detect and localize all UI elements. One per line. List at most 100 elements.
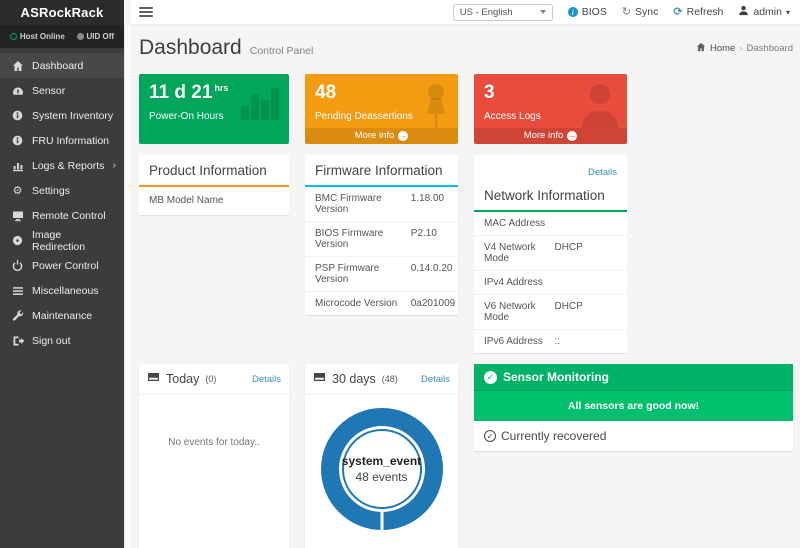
refresh-icon: ⟳	[673, 7, 682, 18]
sidebar-item-fru-information[interactable]: FRU Information	[0, 128, 124, 153]
host-status-label: Host Online	[20, 32, 65, 41]
today-events-panel: Today (0) Details No events for today..	[139, 364, 289, 548]
sidebar-item-label: Logs & Reports	[32, 160, 104, 172]
sidebar-item-image-redirection[interactable]: Image Redirection	[0, 228, 124, 253]
row-value: DHCP	[554, 301, 582, 323]
arrow-circle-icon: →	[567, 131, 577, 141]
sign-out-icon	[11, 335, 24, 347]
table-row: V4 Network Mode DHCP	[474, 236, 627, 271]
card-title: Firmware Information	[305, 155, 458, 187]
uid-status-label: UID Off	[87, 32, 115, 41]
sync-link[interactable]: ↻ Sync	[622, 6, 659, 18]
row-label: BMC Firmware Version	[315, 193, 411, 215]
access-logs-value: 3	[484, 83, 617, 102]
info-circle-icon	[11, 110, 24, 121]
row-value: P2.10	[411, 228, 437, 250]
power-on-hours-card[interactable]: 11 d 21hrs Power-On Hours	[139, 74, 289, 144]
sensor-recovered-row[interactable]: ✓ Currently recovered	[474, 421, 793, 451]
product-information-card: Product Information MB Model Name	[139, 155, 289, 215]
bios-link[interactable]: i BIOS	[568, 6, 607, 18]
uid-led-icon	[77, 33, 84, 40]
row-label: Microcode Version	[315, 298, 411, 309]
sidebar-item-label: Power Control	[32, 260, 99, 272]
sidebar-item-sensor[interactable]: Sensor	[0, 78, 124, 103]
pending-deassertions-card[interactable]: 48 Pending Deassertions More info →	[305, 74, 458, 144]
row-label: V6 Network Mode	[484, 301, 554, 323]
sidebar-item-label: Sensor	[32, 85, 65, 97]
list-icon	[11, 285, 24, 297]
sidebar-item-logs-reports[interactable]: Logs & Reports ›	[0, 153, 124, 178]
sidebar-item-settings[interactable]: ⚙ Settings	[0, 178, 124, 203]
sidebar-item-remote-control[interactable]: Remote Control	[0, 203, 124, 228]
table-row: IPv4 Address	[474, 271, 627, 295]
user-icon	[738, 5, 749, 19]
sidebar-item-maintenance[interactable]: Maintenance	[0, 303, 124, 328]
arrow-circle-icon: →	[398, 131, 408, 141]
refresh-link-label: Refresh	[687, 6, 724, 18]
row-label: MAC Address	[484, 218, 554, 229]
bmc-dashboard-app: ASRockRack Host Online UID Off Dashboard…	[0, 0, 800, 548]
event-count: (0)	[205, 374, 216, 384]
inbox-icon	[147, 370, 160, 388]
main-area: US - English i BIOS ↻ Sync ⟳ Refresh	[131, 0, 800, 548]
monitor-icon	[11, 210, 24, 222]
sidebar-item-label: Sign out	[32, 335, 71, 347]
sync-link-label: Sync	[635, 6, 658, 18]
uid-status[interactable]: UID Off	[77, 32, 115, 41]
table-row: MAC Address	[474, 212, 627, 236]
check-circle-outline-icon: ✓	[484, 430, 496, 442]
panel-header: Today (0) Details	[139, 364, 289, 395]
caret-down-icon: ▾	[786, 8, 790, 17]
sensor-monitoring-panel: ✓ Sensor Monitoring All sensors are good…	[474, 364, 793, 451]
today-details-link[interactable]: Details	[252, 374, 281, 385]
sidebar-item-power-control[interactable]: Power Control	[0, 253, 124, 278]
30-days-events-panel: 30 days (48) Details system_event 48 eve…	[305, 364, 458, 548]
home-icon	[11, 60, 24, 72]
breadcrumb-home-link[interactable]: Home	[710, 43, 735, 54]
more-info-label: More info	[524, 130, 564, 141]
info-icon: i	[568, 7, 578, 17]
table-row: IPv6 Address ::	[474, 330, 627, 353]
sidebar-item-sign-out[interactable]: Sign out	[0, 328, 124, 353]
power-on-hours-label: Power-On Hours	[149, 111, 279, 122]
sidebar-item-miscellaneous[interactable]: Miscellaneous	[0, 278, 124, 303]
sidebar-item-dashboard[interactable]: Dashboard	[0, 53, 124, 78]
sidebar-status-bar: Host Online UID Off	[0, 25, 124, 48]
sidebar-item-label: Remote Control	[32, 210, 106, 222]
event-donut-chart[interactable]: system_event 48 events	[305, 395, 458, 530]
access-logs-label: Access Logs	[484, 111, 617, 122]
30-days-details-link[interactable]: Details	[421, 374, 450, 385]
user-menu[interactable]: admin ▾	[738, 5, 790, 19]
sidebar-item-label: Image Redirection	[32, 229, 116, 253]
language-select-value: US - English	[460, 7, 513, 18]
table-row: V6 Network Mode DHCP	[474, 295, 627, 330]
brand-logo: ASRockRack	[0, 0, 124, 25]
sensor-recovered-label: Currently recovered	[501, 429, 606, 443]
donut-series-value: 48 events	[355, 470, 407, 484]
sidebar-toggle-button[interactable]	[139, 7, 153, 17]
donut-center-label: system_event 48 events	[321, 408, 443, 530]
access-logs-card[interactable]: 3 Access Logs More info →	[474, 74, 627, 144]
row-value: DHCP	[554, 242, 582, 264]
sidebar: ASRockRack Host Online UID Off Dashboard…	[0, 0, 124, 548]
gear-icon: ⚙	[11, 184, 24, 197]
power-icon	[11, 260, 24, 271]
event-count: (48)	[382, 374, 398, 384]
power-on-hours-value: 11 d 21	[149, 82, 212, 103]
row-value: ::	[554, 336, 560, 347]
language-select[interactable]: US - English	[453, 4, 553, 21]
refresh-link[interactable]: ⟳ Refresh	[673, 6, 723, 18]
chevron-right-icon: ›	[113, 160, 116, 171]
power-led-icon	[10, 33, 17, 40]
host-status[interactable]: Host Online	[10, 32, 65, 41]
row-label: BIOS Firmware Version	[315, 228, 411, 250]
network-details-link[interactable]: Details	[588, 167, 617, 178]
wrench-icon	[11, 310, 24, 322]
sidebar-item-system-inventory[interactable]: System Inventory	[0, 103, 124, 128]
sync-icon: ↻	[622, 7, 631, 18]
sidebar-scrollbar[interactable]	[124, 25, 131, 548]
row-label: IPv4 Address	[484, 277, 554, 288]
row-label: PSP Firmware Version	[315, 263, 411, 285]
row-label: V4 Network Mode	[484, 242, 554, 264]
donut-ring: system_event 48 events	[321, 408, 443, 530]
